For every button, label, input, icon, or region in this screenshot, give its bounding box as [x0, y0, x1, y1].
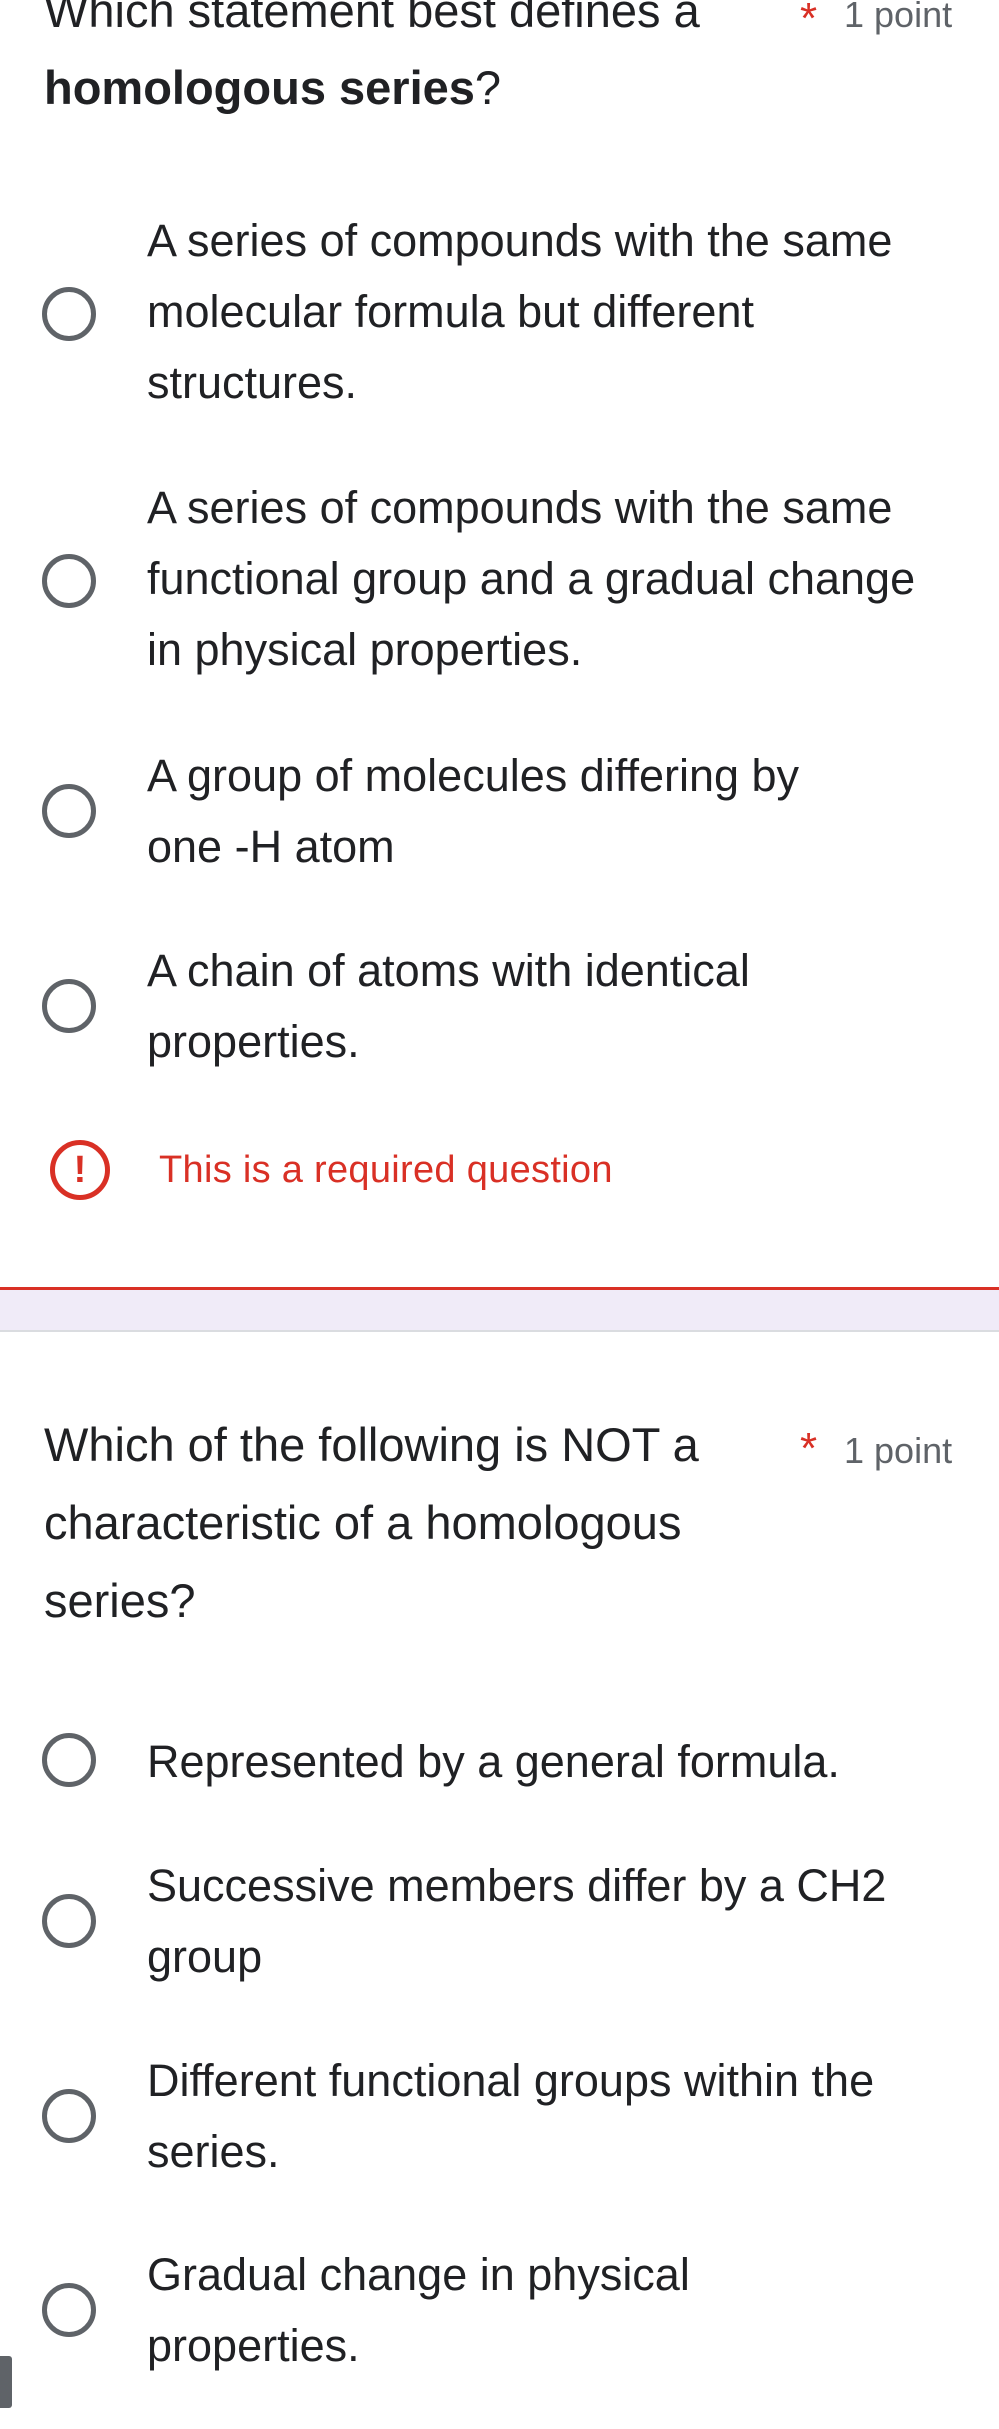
question-1-title-prefix: Which statement best defines a [44, 0, 700, 37]
option-label: Gradual change in physical properties. [147, 2249, 690, 2371]
question-1-points: 1 point [844, 0, 953, 35]
question-1-option-1[interactable]: A series of compounds with the same mole… [0, 205, 999, 425]
option-label: Different functional groups within the s… [147, 2055, 875, 2177]
error-icon: ! [50, 1140, 110, 1200]
question-2-title: Which of the following is NOT a characte… [44, 1418, 699, 1627]
radio-button[interactable] [42, 979, 96, 1033]
option-label: Represented by a general formula. [147, 1736, 840, 1787]
option-label: A series of compounds with the same mole… [147, 215, 893, 408]
question-1-option-3[interactable]: A group of molecules differing by one -H… [0, 740, 999, 890]
question-2-option-2[interactable]: Successive members differ by a CH2 group [0, 1850, 999, 2000]
question-1-option-4[interactable]: A chain of atoms with identical properti… [0, 935, 999, 1085]
question-card-1: Which statement best defines a homologou… [0, 0, 999, 1290]
card-separator [0, 1290, 999, 1332]
option-label: A group of molecules differing by one -H… [147, 750, 800, 872]
error-message: This is a required question [159, 1149, 613, 1191]
scrollbar-handle[interactable] [0, 2356, 12, 2408]
radio-button[interactable] [42, 2283, 96, 2337]
required-error: ! This is a required question [0, 1140, 999, 1200]
question-1-title-suffix: ? [474, 61, 502, 114]
radio-button[interactable] [42, 1894, 96, 1948]
radio-button[interactable] [42, 287, 96, 341]
question-2-option-4[interactable]: Gradual change in physical properties. [0, 2239, 999, 2389]
option-label: A chain of atoms with identical properti… [147, 945, 750, 1067]
question-2-points: 1 point [844, 1430, 953, 1471]
question-card-2: Which of the following is NOT a characte… [0, 1332, 999, 2429]
radio-button[interactable] [42, 784, 96, 838]
radio-button[interactable] [42, 1733, 96, 1787]
question-1-title-bold: homologous series [44, 61, 475, 114]
question-2-option-3[interactable]: Different functional groups within the s… [0, 2045, 999, 2195]
required-asterisk: * [800, 0, 818, 43]
form-page: Which statement best defines a homologou… [0, 0, 999, 2429]
question-1-option-2[interactable]: A series of compounds with the same func… [0, 472, 999, 692]
radio-button[interactable] [42, 554, 96, 608]
question-2-option-1[interactable]: Represented by a general formula. [0, 1726, 999, 1806]
required-asterisk: * [800, 1424, 818, 1473]
option-label: Successive members differ by a CH2 group [147, 1860, 887, 1982]
question-1-title: Which statement best defines a homologou… [44, 0, 764, 126]
option-label: A series of compounds with the same func… [147, 482, 916, 675]
radio-button[interactable] [42, 2089, 96, 2143]
